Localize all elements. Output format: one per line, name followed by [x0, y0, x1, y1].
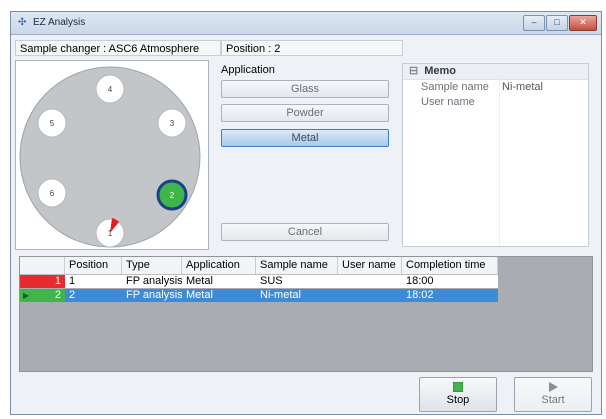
slot-label: 3	[170, 119, 175, 128]
app-icon: ✣	[18, 17, 27, 28]
carousel-slot-1[interactable]: 1	[95, 218, 125, 248]
stop-button[interactable]: Stop	[419, 377, 497, 412]
memo-divider	[499, 79, 500, 246]
header-user-name[interactable]: User name	[338, 257, 402, 274]
row-number: 1	[20, 275, 65, 288]
metal-button[interactable]: Metal	[221, 129, 389, 147]
carousel-diagram: 4 5 3 6 2 1	[19, 66, 201, 248]
glass-button[interactable]: Glass	[221, 80, 389, 98]
cell-type: FP analysis	[126, 289, 182, 301]
cell-type: FP analysis	[126, 275, 182, 287]
sample-changer-label: Sample changer : ASC6 Atmosphere	[15, 40, 221, 56]
sample-carousel: 4 5 3 6 2 1	[15, 60, 209, 250]
carousel-slot-3[interactable]: 3	[157, 108, 187, 138]
window-controls: – □ ✕	[523, 15, 597, 31]
play-icon	[549, 382, 558, 392]
application-panel: Application Glass Powder Metal Cancel	[215, 60, 395, 250]
collapse-icon[interactable]: ⊟	[409, 65, 418, 77]
header-application[interactable]: Application	[182, 257, 256, 274]
memo-row-user-name[interactable]: User name	[403, 95, 588, 110]
header-sample-name[interactable]: Sample name	[256, 257, 338, 274]
header-completion-time[interactable]: Completion time	[402, 257, 498, 274]
table-row[interactable]: 1 1 FP analysis Metal SUS 18:00	[20, 275, 498, 288]
cell-position: 2	[69, 289, 76, 301]
minimize-button[interactable]: –	[523, 15, 545, 31]
cancel-button[interactable]: Cancel	[221, 223, 389, 241]
cell-user-name	[338, 275, 402, 288]
cell-application: Metal	[186, 289, 213, 301]
title-bar: ✣ EZ Analysis – □ ✕	[11, 12, 601, 35]
close-button[interactable]: ✕	[569, 15, 597, 31]
slot-label: 4	[108, 85, 113, 94]
carousel-slot-5[interactable]: 5	[37, 108, 67, 138]
header-type[interactable]: Type	[122, 257, 182, 274]
row-number: ▶ 2	[20, 289, 65, 302]
carousel-slot-2[interactable]: 2	[156, 179, 188, 211]
slot-label: 2	[170, 191, 175, 200]
slot-label: 6	[50, 189, 55, 198]
powder-button[interactable]: Powder	[221, 104, 389, 122]
memo-row-sample-name[interactable]: Sample name Ni-metal	[403, 80, 588, 95]
app-window: ✣ EZ Analysis – □ ✕ Sample changer : ASC…	[10, 11, 602, 415]
table-header: Position Type Application Sample name Us…	[20, 257, 498, 275]
memo-value: Ni-metal	[502, 81, 543, 93]
cell-user-name	[338, 289, 402, 302]
memo-key: User name	[421, 96, 475, 108]
start-button[interactable]: Start	[514, 377, 592, 412]
carousel-slot-6[interactable]: 6	[37, 178, 67, 208]
current-row-icon: ▶	[23, 291, 30, 300]
header-rownum	[20, 257, 65, 274]
start-label: Start	[541, 394, 565, 406]
stop-label: Stop	[446, 394, 470, 406]
memo-panel: ⊟ Memo Sample name Ni-metal User name	[402, 63, 589, 247]
slot-label: 1	[108, 229, 113, 238]
stop-icon	[453, 382, 463, 392]
cell-sample-name: SUS	[260, 275, 283, 287]
carousel-slot-4[interactable]: 4	[95, 74, 125, 104]
row-number-label: 2	[54, 289, 61, 301]
application-label: Application	[221, 64, 275, 76]
memo-header[interactable]: ⊟ Memo	[403, 64, 588, 80]
table-row[interactable]: ▶ 2 2 FP analysis Metal Ni-metal 18:02	[20, 289, 498, 302]
cell-application: Metal	[186, 275, 213, 287]
memo-key: Sample name	[421, 81, 489, 93]
cell-completion-time: 18:00	[406, 275, 434, 287]
cell-position: 1	[69, 275, 76, 287]
header-position[interactable]: Position	[65, 257, 122, 274]
window-title: EZ Analysis	[33, 17, 86, 28]
cell-completion-time: 18:02	[406, 289, 434, 301]
memo-title: Memo	[424, 65, 456, 77]
maximize-button[interactable]: □	[546, 15, 568, 31]
slot-label: 5	[50, 119, 55, 128]
info-bar: Sample changer : ASC6 Atmosphere Positio…	[15, 40, 590, 58]
cell-sample-name: Ni-metal	[260, 289, 301, 301]
footer-bar: Stop Start	[11, 374, 601, 414]
sample-queue-table: Position Type Application Sample name Us…	[19, 256, 593, 372]
position-label: Position : 2	[221, 40, 403, 56]
